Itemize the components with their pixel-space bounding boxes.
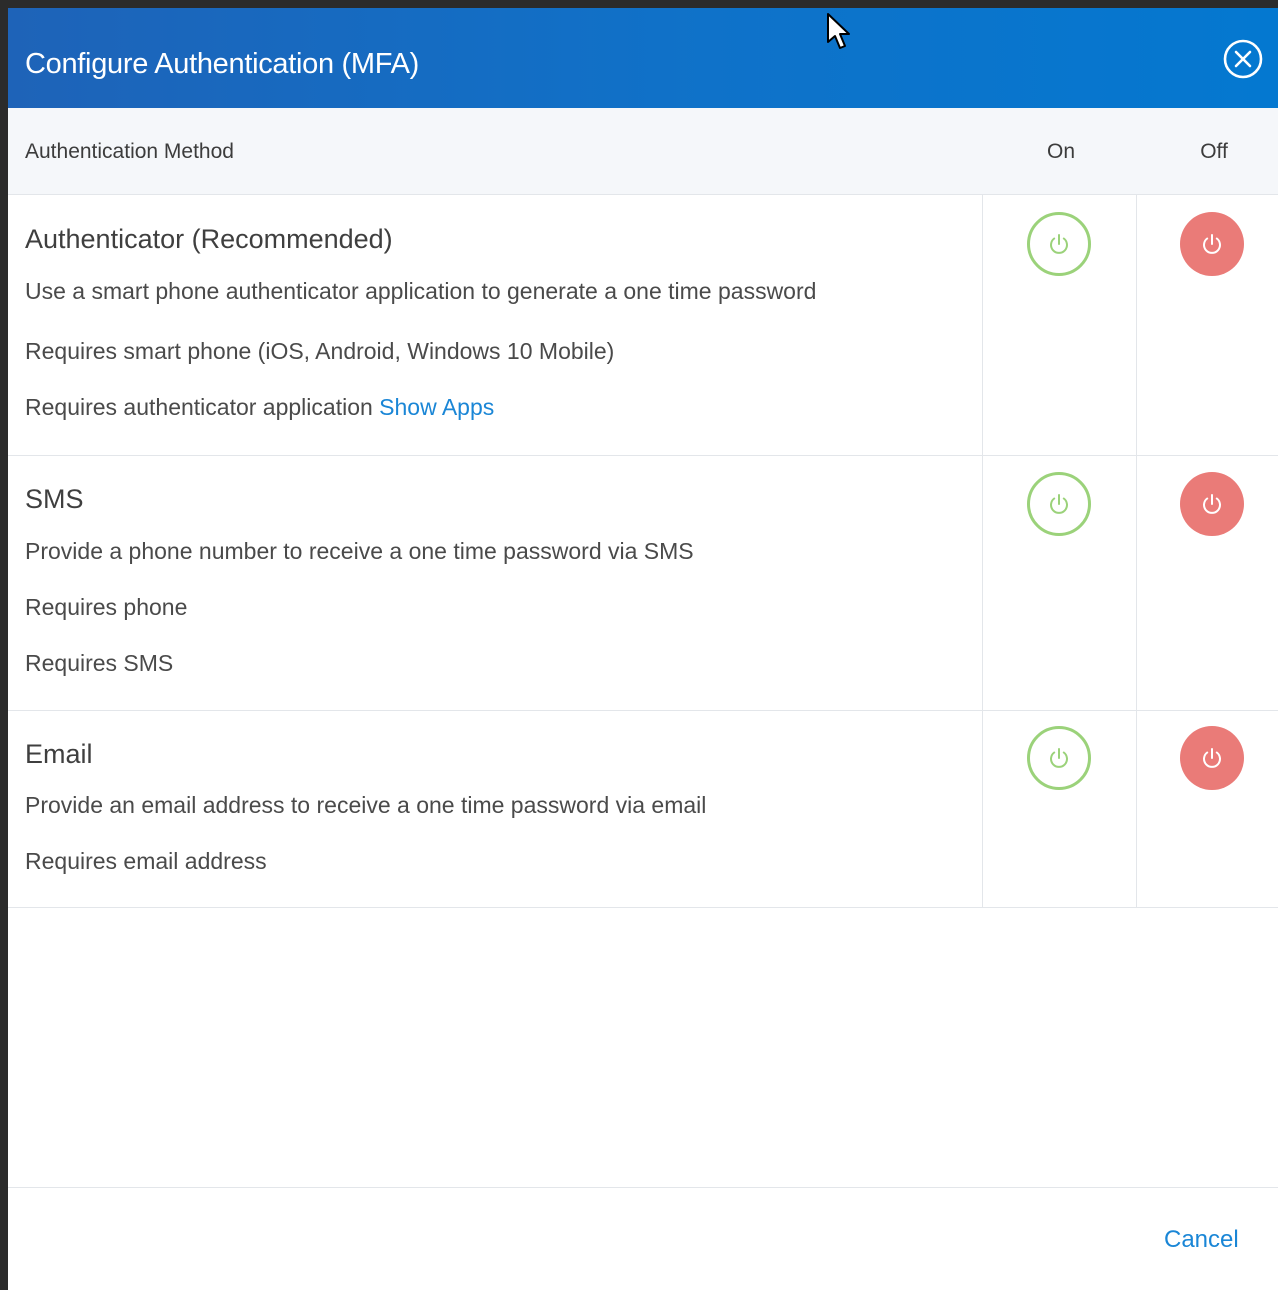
email-on-button[interactable] — [1027, 726, 1091, 790]
dialog-title: Configure Authentication (MFA) — [25, 48, 419, 80]
column-divider — [1136, 711, 1137, 907]
method-row-sms: SMS Provide a phone number to receive a … — [8, 456, 1278, 711]
mouse-pointer-icon — [826, 12, 852, 52]
close-icon[interactable] — [1222, 38, 1264, 80]
footer-divider — [8, 1187, 1278, 1188]
column-divider — [982, 711, 983, 907]
power-icon — [1050, 494, 1068, 514]
power-icon — [1203, 494, 1221, 514]
power-icon — [1203, 234, 1221, 254]
method-description: Use a smart phone authenticator applicat… — [25, 278, 817, 304]
requirement-text: Requires authenticator application — [25, 394, 373, 420]
column-header-on: On — [1046, 140, 1075, 163]
method-title: Authenticator (Recommended) — [25, 224, 393, 254]
sms-off-button[interactable] — [1180, 472, 1244, 536]
power-icon — [1050, 234, 1068, 254]
method-row-email: Email Provide an email address to receiv… — [8, 711, 1278, 908]
cancel-button[interactable]: Cancel — [1164, 1226, 1239, 1254]
method-title: SMS — [25, 484, 84, 514]
column-divider — [982, 195, 983, 455]
method-description: Provide a phone number to receive a one … — [25, 538, 694, 564]
column-divider — [1136, 456, 1137, 710]
method-requirement: Requires email address — [25, 848, 267, 874]
email-off-button[interactable] — [1180, 726, 1244, 790]
authenticator-on-button[interactable] — [1027, 212, 1091, 276]
column-header-row: Authentication Method On Off — [8, 108, 1278, 195]
power-icon — [1050, 748, 1068, 768]
power-icon — [1203, 748, 1221, 768]
show-apps-link[interactable]: Show Apps — [379, 394, 494, 420]
method-requirement: Requires SMS — [25, 650, 174, 676]
method-description: Provide an email address to receive a on… — [25, 792, 707, 818]
column-divider — [1136, 195, 1137, 455]
column-header-off: Off — [1200, 140, 1228, 163]
method-requirement: Requires smart phone (iOS, Android, Wind… — [25, 338, 615, 364]
dialog-header: Configure Authentication (MFA) — [8, 8, 1278, 108]
method-requirement: Requires authenticator application Show … — [25, 393, 494, 421]
authenticator-off-button[interactable] — [1180, 212, 1244, 276]
sms-on-button[interactable] — [1027, 472, 1091, 536]
method-title: Email — [25, 739, 93, 769]
method-row-authenticator: Authenticator (Recommended) Use a smart … — [8, 195, 1278, 456]
column-header-method: Authentication Method — [25, 140, 234, 163]
method-requirement: Requires phone — [25, 594, 188, 620]
column-divider — [982, 456, 983, 710]
